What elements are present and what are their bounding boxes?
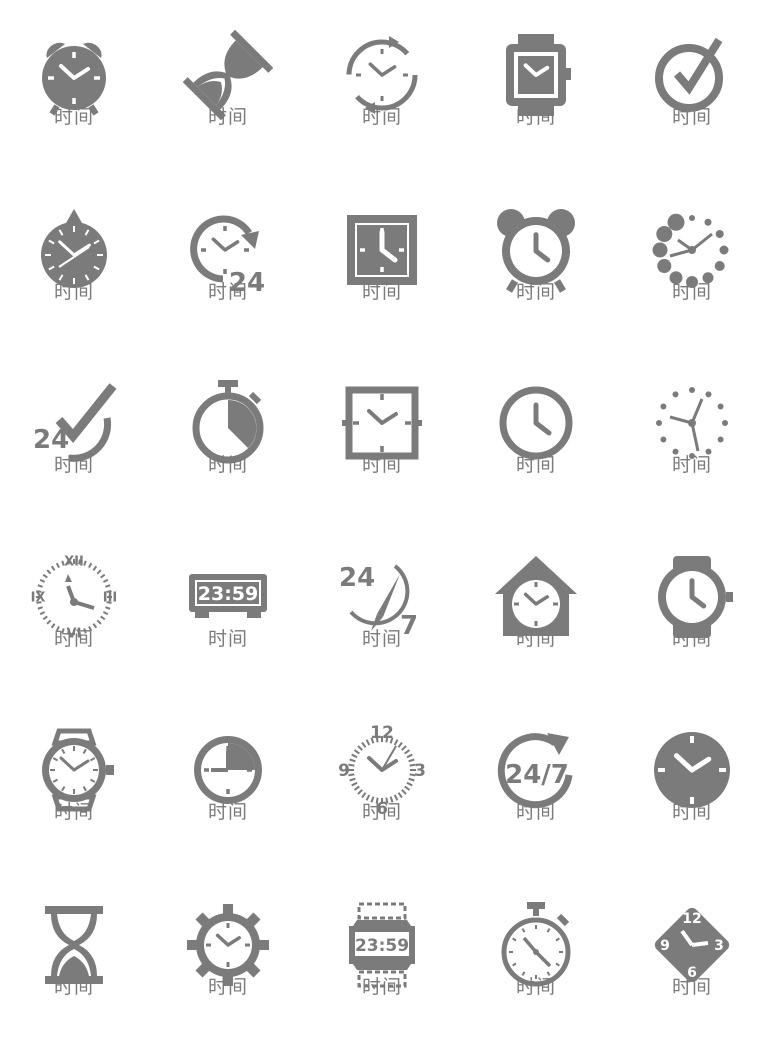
icon-label: 时间 [361, 454, 402, 476]
icon-tile[interactable]: 24 7 时间 [307, 552, 457, 722]
icon-label: 时间 [207, 281, 248, 303]
icon-tile[interactable]: 时间 [617, 725, 767, 895]
icon-tile[interactable]: 12 3 6 9 时间 [307, 725, 457, 895]
icon-label: 时间 [515, 976, 556, 998]
icon-label: 时间 [515, 801, 556, 823]
icon-label: 时间 [361, 976, 402, 998]
icon-tile[interactable]: 时间 [461, 205, 611, 375]
icon-tile[interactable]: 时间 [461, 378, 611, 548]
icon-label: 时间 [671, 976, 712, 998]
icon-label: 时间 [53, 976, 94, 998]
icon-text: 23:59 [355, 936, 409, 956]
icon-label: 时间 [671, 801, 712, 823]
icon-text: IX [31, 591, 46, 606]
icon-grid: 时间 时间 时间 时间 时间 时间 24 时间 时间 时间 时间 24 时间 时间 时间 时间 时间 XII III… [0, 0, 777, 1048]
icon-tile[interactable]: 时间 [461, 900, 611, 1048]
icon-label: 时间 [515, 454, 556, 476]
icon-tile[interactable]: 时间 [0, 900, 149, 1048]
icon-tile[interactable]: 12 3 6 9 时间 [617, 900, 767, 1048]
icon-label: 时间 [361, 281, 402, 303]
icon-label: 时间 [53, 281, 94, 303]
icon-label: 时间 [207, 106, 248, 128]
icon-text: 3 [414, 761, 426, 781]
icon-tile[interactable]: 时间 [307, 378, 457, 548]
icon-text: III [103, 591, 118, 606]
icon-tile[interactable]: 时间 [617, 378, 767, 548]
icon-tile[interactable]: 时间 [0, 205, 149, 375]
icon-tile[interactable]: 23:59 时间 [307, 900, 457, 1048]
icon-label: 时间 [671, 106, 712, 128]
icon-tile[interactable]: XII III VI IX 时间 [0, 552, 149, 722]
icon-tile[interactable]: 时间 [307, 205, 457, 375]
icon-text: 9 [338, 761, 350, 781]
icon-tile[interactable]: 时间 [617, 552, 767, 722]
icon-tile[interactable]: 23:59 时间 [153, 552, 303, 722]
icon-label: 时间 [361, 628, 402, 650]
icon-tile[interactable]: 时间 [153, 725, 303, 895]
icon-tile[interactable]: 时间 [461, 30, 611, 200]
icon-tile[interactable]: 时间 [153, 30, 303, 200]
icon-tile[interactable]: 时间 [153, 378, 303, 548]
icon-label: 时间 [53, 454, 94, 476]
icon-text: 3 [714, 938, 724, 954]
icon-tile[interactable]: 24 时间 [0, 378, 149, 548]
icon-tile[interactable]: 时间 [461, 552, 611, 722]
icon-label: 时间 [207, 628, 248, 650]
icon-label: 时间 [671, 628, 712, 650]
icon-text: XII [64, 555, 84, 570]
icon-tile[interactable]: 时间 [617, 205, 767, 375]
icon-label: 时间 [671, 281, 712, 303]
icon-tile[interactable]: 时间 [0, 30, 149, 200]
icon-tile[interactable]: 24 时间 [153, 205, 303, 375]
icon-text: 24 [339, 563, 375, 593]
icon-tile[interactable]: 24/7 时间 [461, 725, 611, 895]
icon-label: 时间 [671, 454, 712, 476]
icon-label: 时间 [515, 628, 556, 650]
icon-tile[interactable]: 时间 [617, 30, 767, 200]
icon-label: 时间 [515, 106, 556, 128]
icon-tile[interactable]: 时间 [153, 900, 303, 1048]
icon-tile[interactable]: 时间 [0, 725, 149, 895]
icon-label: 时间 [53, 628, 94, 650]
icon-label: 时间 [53, 801, 94, 823]
icon-text: 12 [370, 725, 394, 743]
icon-label: 时间 [361, 801, 402, 823]
icon-text: 12 [682, 911, 701, 927]
icon-text: 9 [660, 938, 670, 954]
icon-label: 时间 [361, 106, 402, 128]
icon-text: 24/7 [505, 760, 569, 790]
icon-tile[interactable]: 时间 [307, 30, 457, 200]
icon-text: 23:59 [198, 583, 258, 605]
icon-label: 时间 [53, 106, 94, 128]
icon-label: 时间 [207, 454, 248, 476]
icon-label: 时间 [515, 281, 556, 303]
icon-label: 时间 [207, 801, 248, 823]
icon-label: 时间 [207, 976, 248, 998]
